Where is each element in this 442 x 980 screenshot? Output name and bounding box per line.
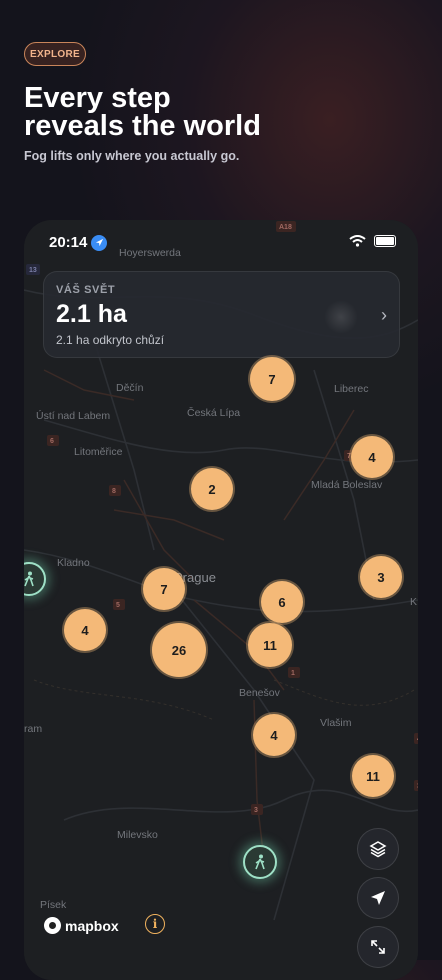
headline-line-2: reveals the world [24, 110, 261, 142]
status-icons [349, 235, 396, 247]
chevron-right-icon: › [381, 305, 387, 325]
place-label: Vlašim [320, 717, 352, 729]
cluster-marker[interactable]: 7 [143, 568, 185, 610]
place-label: Benešov [239, 687, 281, 699]
place-label: Děčín [116, 382, 144, 394]
road-shield: 3 [417, 783, 418, 790]
place-label: Litoměřice [74, 446, 123, 458]
cluster-marker[interactable]: 11 [352, 755, 394, 797]
place-label: Liberec [334, 383, 368, 395]
info-button[interactable]: i [145, 914, 165, 934]
blur-decoration [324, 300, 358, 334]
stats-label: VÁŠ SVĚT [56, 284, 116, 296]
subline: Fog lifts only where you actually go. [24, 149, 240, 163]
cluster-marker[interactable]: 7 [250, 357, 294, 401]
place-label: Ústí nad Labem [36, 409, 110, 422]
walker-marker-icon[interactable] [243, 845, 277, 879]
clock: 20:14 [49, 234, 88, 251]
place-label: Mladá Boleslav [311, 479, 383, 491]
location-arrow-icon [371, 891, 385, 905]
expand-button[interactable] [357, 926, 399, 968]
cluster-marker[interactable]: 4 [253, 714, 295, 756]
mapbox-logo-icon [44, 917, 61, 934]
stats-subtitle: 2.1 ha odkryto chůzí [56, 333, 165, 347]
cluster-marker[interactable]: 3 [360, 556, 402, 598]
road-shield: 4 [417, 736, 418, 743]
road-shield: 1 [291, 670, 295, 677]
location-active-icon [91, 234, 108, 251]
cluster-marker[interactable]: 11 [248, 623, 292, 667]
stats-card[interactable]: VÁŠ SVĚT 2.1 ha 2.1 ha odkryto chůzí › [43, 271, 400, 358]
battery-icon [374, 235, 396, 247]
cluster-marker[interactable]: 2 [191, 468, 233, 510]
place-label: Písek [40, 899, 67, 911]
road-shield: 6 [50, 438, 54, 445]
place-label: ram [24, 723, 42, 735]
stats-value: 2.1 ha [56, 300, 127, 328]
mapbox-attribution[interactable]: mapbox [44, 917, 119, 934]
layers-icon [369, 841, 387, 858]
expand-icon [371, 940, 385, 954]
cluster-marker[interactable]: 6 [261, 581, 303, 623]
wifi-icon [349, 235, 366, 247]
headline-line-1: Every step [24, 82, 171, 114]
place-label: Milevsko [117, 829, 158, 841]
place-label: Hoyerswerda [119, 247, 181, 259]
road-shield: 3 [254, 807, 258, 814]
road-shield: A18 [279, 224, 292, 231]
road-shield: 8 [112, 488, 116, 495]
headline: Every step reveals the world [24, 82, 261, 142]
cluster-marker[interactable]: 26 [152, 623, 206, 677]
road-shield: 13 [29, 267, 37, 274]
cluster-marker[interactable]: 4 [351, 436, 393, 478]
locate-button[interactable] [357, 877, 399, 919]
place-label: K [410, 596, 417, 608]
cluster-marker[interactable]: 4 [64, 609, 106, 651]
status-time: 20:14 [49, 234, 108, 251]
phone-screen: Hoyerswerda Děčín Česká Lípa Liberec Úst… [24, 220, 418, 980]
explore-badge: EXPLORE [24, 42, 86, 66]
road-shield: 5 [116, 602, 120, 609]
place-label: Kladno [57, 557, 90, 569]
mapbox-wordmark: mapbox [65, 917, 119, 934]
layers-button[interactable] [357, 828, 399, 870]
place-label: Česká Lípa [187, 406, 240, 419]
